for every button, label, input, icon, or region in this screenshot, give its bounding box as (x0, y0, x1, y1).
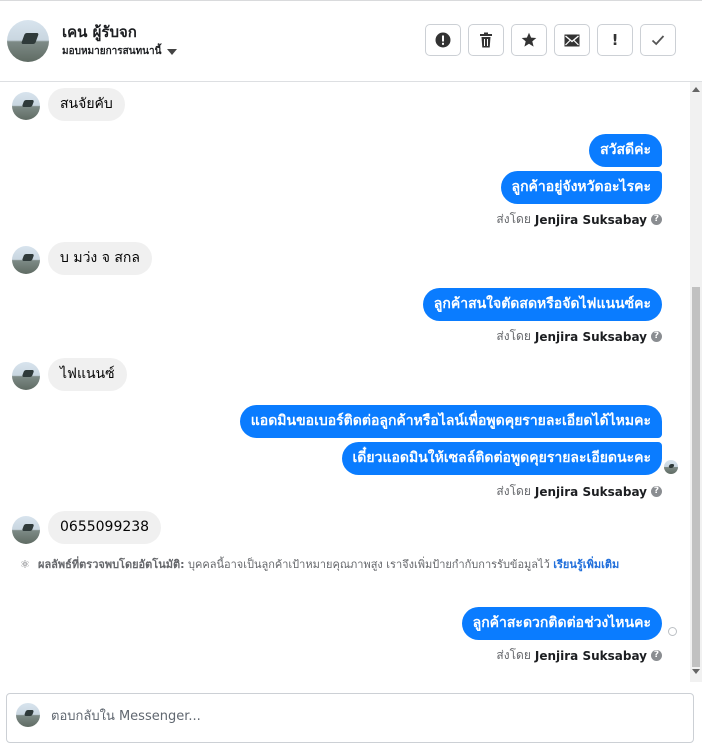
agent-name[interactable]: Jenjira Suksabay (535, 649, 647, 663)
sender-avatar (12, 246, 40, 274)
assign-label: มอบหมายการสนทนานี้ (62, 46, 162, 57)
envelope-icon (564, 34, 580, 46)
follow-up-label: ! (611, 31, 619, 49)
incoming-message[interactable]: บ มว่ง จ สกล (48, 242, 152, 275)
agent-name[interactable]: Jenjira Suksabay (535, 485, 647, 499)
thread-scrollbar[interactable] (690, 82, 702, 682)
mark-done-button[interactable] (640, 24, 676, 56)
sent-by-label: ส่งโดย Jenjira Suksabay ? (496, 210, 662, 229)
mark-spam-button[interactable] (425, 24, 461, 56)
outgoing-message[interactable]: ลูกค้าอยู่จังหวัดอะไรคะ (500, 171, 662, 204)
sent-by-label: ส่งโดย Jenjira Suksabay ? (496, 646, 662, 665)
incoming-message[interactable]: ไฟแนนซ์ (48, 358, 127, 391)
reply-input[interactable] (51, 702, 651, 730)
check-icon (651, 35, 665, 46)
auto-detect-text: บุคคลนี้อาจเป็นลูกค้าเป้าหมายคุณภาพสูง เ… (188, 558, 550, 571)
star-button[interactable] (511, 24, 547, 56)
sent-by-prefix: ส่งโดย (496, 484, 531, 498)
contact-avatar[interactable] (7, 20, 49, 62)
sender-avatar (12, 92, 40, 120)
message-thread[interactable]: สนจัยคับ สวัสดีค่ะ ลูกค้าอยู่จังหวัดอะไร… (0, 82, 690, 682)
scroll-up-arrow-icon[interactable] (692, 87, 700, 92)
mark-unread-button[interactable] (554, 24, 590, 56)
seen-indicator-avatar (664, 460, 678, 474)
auto-detection-notice: ⚛ ผลลัพธ์ที่ตรวจพบโดยอัตโนมัติ: บุคคลนี้อ… (20, 556, 660, 573)
sent-by-label: ส่งโดย Jenjira Suksabay ? (496, 482, 662, 501)
page-avatar (16, 703, 40, 727)
help-icon[interactable]: ? (651, 331, 662, 342)
conversation-header: เคน ผู้รับจก มอบหมายการสนทนานี้ ! (0, 1, 702, 82)
star-icon (521, 32, 537, 47)
contact-name[interactable]: เคน ผู้รับจก (62, 20, 137, 44)
help-icon[interactable]: ? (651, 486, 662, 497)
sent-by-prefix: ส่งโดย (496, 648, 531, 662)
scroll-thumb[interactable] (692, 287, 700, 667)
atom-icon: ⚛ (20, 558, 30, 571)
delivered-check-icon (668, 627, 677, 636)
incoming-message[interactable]: 0655099238 (48, 511, 162, 544)
help-icon[interactable]: ? (651, 214, 662, 225)
sent-by-prefix: ส่งโดย (496, 329, 531, 343)
delete-button[interactable] (468, 24, 504, 56)
sent-by-label: ส่งโดย Jenjira Suksabay ? (496, 327, 662, 346)
sender-avatar (12, 362, 40, 390)
trash-icon (480, 32, 492, 48)
learn-more-link[interactable]: เรียนรู้เพิ่มเติม (553, 558, 619, 571)
reply-composer[interactable] (6, 693, 694, 743)
agent-name[interactable]: Jenjira Suksabay (535, 330, 647, 344)
outgoing-message[interactable]: แอดมินขอเบอร์ติดต่อลูกค้าหรือไลน์เพื่อพู… (239, 405, 662, 438)
alert-circle-icon (435, 32, 451, 48)
agent-name[interactable]: Jenjira Suksabay (535, 213, 647, 227)
follow-up-button[interactable]: ! (597, 24, 633, 56)
scroll-down-arrow-icon[interactable] (692, 669, 700, 674)
outgoing-message[interactable]: สวัสดีค่ะ (589, 134, 662, 167)
sender-avatar (12, 516, 40, 544)
help-icon[interactable]: ? (651, 650, 662, 661)
sent-by-prefix: ส่งโดย (496, 212, 531, 226)
incoming-message[interactable]: สนจัยคับ (48, 88, 125, 121)
caret-down-icon (167, 48, 178, 55)
outgoing-message[interactable]: ลูกค้าสะดวกติดต่อช่วงไหนคะ (461, 607, 662, 640)
outgoing-message[interactable]: เดี๋ยวแอดมินให้เซลล์ติดต่อพูดคุยรายละเอี… (341, 442, 662, 475)
assign-conversation-dropdown[interactable]: มอบหมายการสนทนานี้ (62, 44, 178, 59)
outgoing-message[interactable]: ลูกค้าสนใจตัดสดหรือจัดไฟแนนซ์คะ (422, 288, 662, 321)
auto-detect-label: ผลลัพธ์ที่ตรวจพบโดยอัตโนมัติ: (38, 558, 185, 571)
